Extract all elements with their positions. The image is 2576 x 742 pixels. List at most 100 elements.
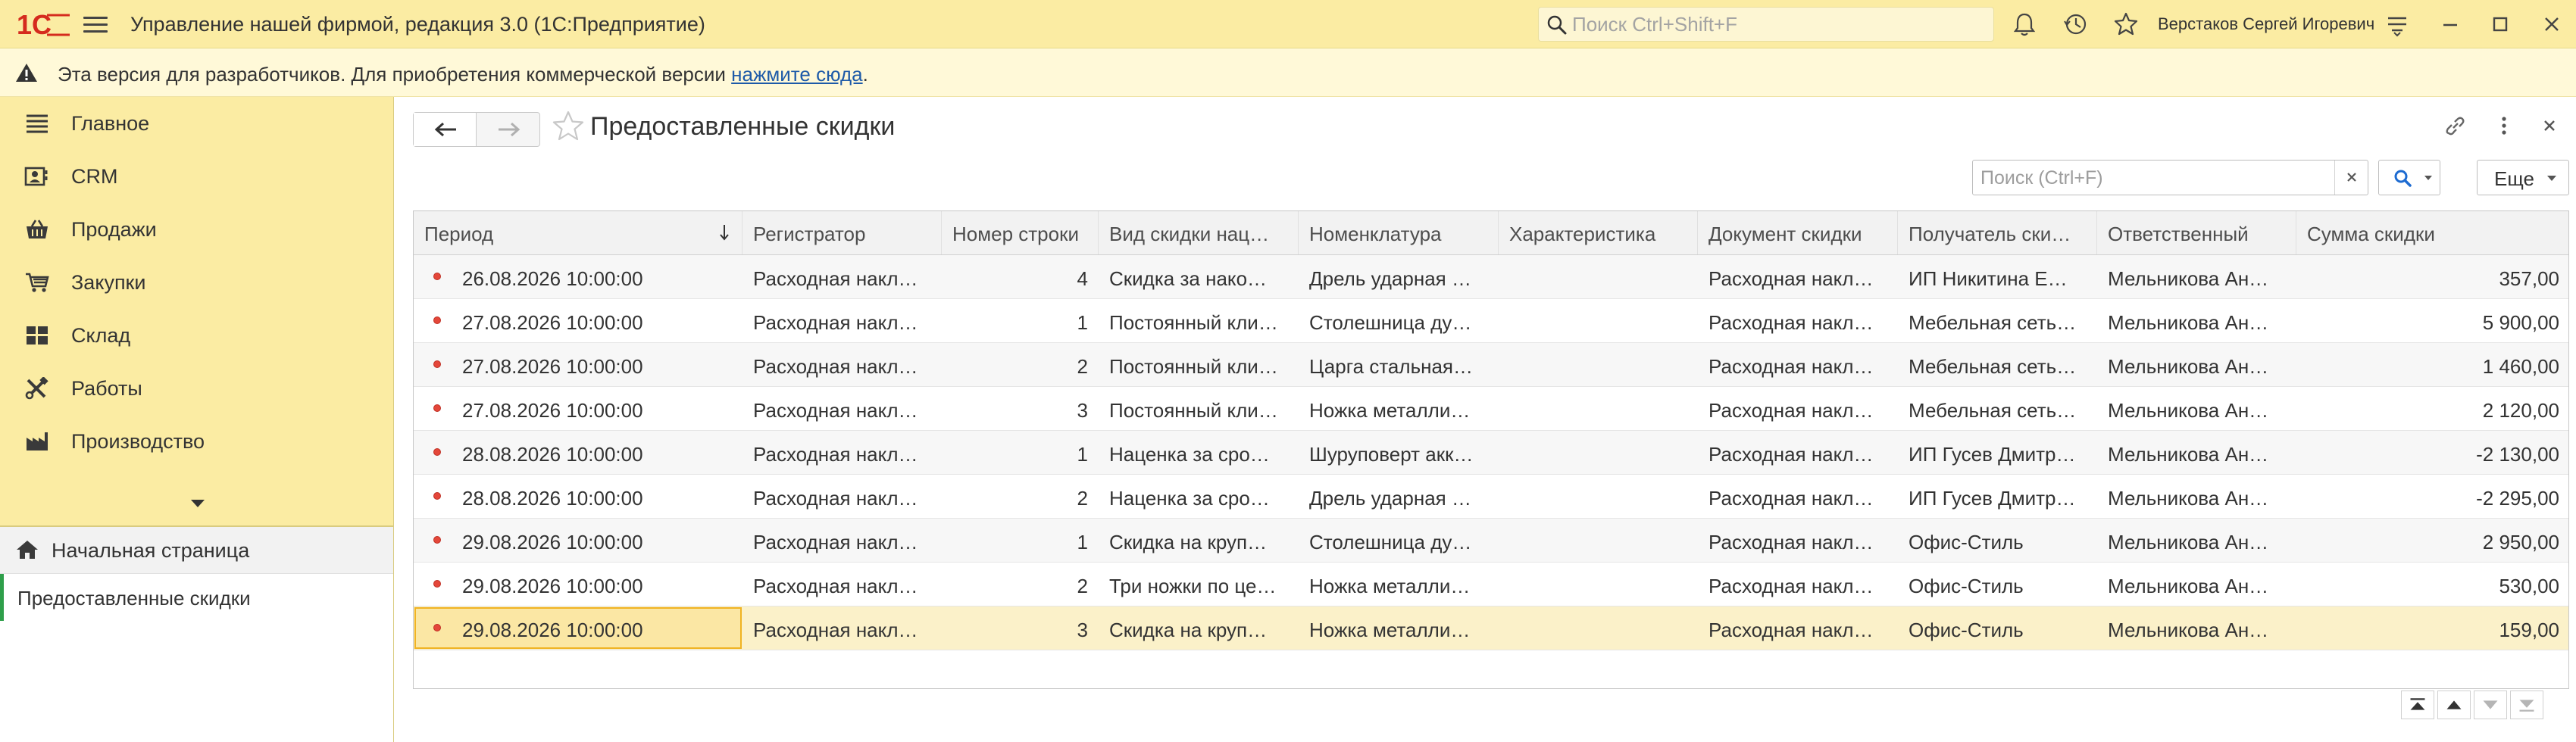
table-row[interactable]: 27.08.2026 10:00:00 Расходная накл… 1 Посто… — [414, 299, 2568, 343]
column-header[interactable]: Сумма скидки — [2296, 211, 2568, 254]
column-header[interactable]: Получатель ски… — [1898, 211, 2097, 254]
table-row[interactable]: 27.08.2026 10:00:00 Расходная накл… 2 Посто… — [414, 343, 2568, 387]
table-cell: Постоянный кли… — [1109, 311, 1278, 334]
open-form-item[interactable]: Предоставленные скидки — [0, 574, 393, 621]
discounts-table[interactable]: Период Регистратор Номер строки Вид скидки … — [413, 210, 2569, 689]
global-search[interactable] — [1538, 7, 1994, 42]
close-form-icon[interactable] — [2536, 112, 2563, 139]
table-row[interactable]: 28.08.2026 10:00:00 Расходная накл… 2 Нацен… — [414, 475, 2568, 519]
basket-icon — [27, 220, 48, 238]
section-label: Работы — [71, 377, 142, 400]
table-cell: Мельникова Ан… — [2108, 443, 2269, 466]
column-header-label: Документ скидки — [1708, 223, 1862, 245]
section-label: Закупки — [71, 271, 146, 294]
main-menu-icon[interactable] — [83, 14, 108, 35]
column-header[interactable]: Документ скидки — [1698, 211, 1898, 254]
favorite-star-icon[interactable] — [551, 109, 586, 144]
table-cell — [1499, 475, 1698, 518]
table-cell: 3 — [1077, 619, 1088, 641]
section-works[interactable]: Работы — [0, 362, 393, 415]
purchase-link[interactable]: нажмите сюда — [731, 63, 862, 86]
table-cell: Офис-Стиль — [1909, 619, 2024, 641]
column-header[interactable]: Характеристика — [1499, 211, 1698, 254]
table-cell — [1499, 299, 1698, 342]
section-label: Продажи — [71, 218, 157, 241]
sort-descending-icon — [720, 225, 729, 241]
column-header[interactable]: Вид скидки нац… — [1099, 211, 1299, 254]
1c-logo: 1С — [17, 9, 70, 39]
table-cell: 27.08.2026 10:00:00 — [462, 399, 643, 422]
scroll-down-icon[interactable] — [189, 498, 206, 509]
column-header-label: Характеристика — [1509, 223, 1656, 245]
table-cell: 4 — [1077, 267, 1088, 290]
column-header[interactable]: Номер строки — [942, 211, 1099, 254]
notifications-icon[interactable] — [2011, 11, 2038, 38]
table-cell: Дрель ударная … — [1309, 267, 1471, 290]
more-actions-icon[interactable] — [2490, 112, 2518, 139]
table-row[interactable]: 26.08.2026 10:00:00 Расходная накл… 4 Скидк… — [414, 255, 2568, 299]
form-search-input[interactable] — [1980, 166, 2321, 190]
maximize-icon[interactable] — [2487, 11, 2514, 38]
table-row[interactable]: 27.08.2026 10:00:00 Расходная накл… 3 Посто… — [414, 387, 2568, 431]
column-header[interactable]: Номенклатура — [1299, 211, 1499, 254]
form-search[interactable] — [1972, 160, 2368, 195]
table-cell: 1 — [1077, 531, 1088, 553]
user-name[interactable]: Верстаков Сергей Игоревич — [2158, 14, 2374, 34]
favorites-icon[interactable] — [2112, 11, 2140, 38]
table-cell: 29.08.2026 10:00:00 — [462, 575, 643, 597]
column-header[interactable]: Ответственный — [2097, 211, 2296, 254]
section-purchases[interactable]: Закупки — [0, 256, 393, 309]
table-cell — [1499, 563, 1698, 606]
table-cell: Расходная накл… — [1708, 619, 1874, 641]
column-header[interactable]: Период — [414, 211, 742, 254]
history-icon[interactable] — [2062, 11, 2090, 38]
column-header-label: Ответственный — [2108, 223, 2249, 245]
column-header-label: Период — [424, 223, 494, 245]
table-cell: 27.08.2026 10:00:00 — [462, 311, 643, 334]
clear-search-button[interactable] — [2334, 161, 2368, 195]
forward-button[interactable] — [477, 113, 540, 146]
table-row[interactable]: 28.08.2026 10:00:00 Расходная накл… 1 Нацен… — [414, 431, 2568, 475]
table-cell: 3 — [1077, 399, 1088, 422]
section-warehouse[interactable]: Склад — [0, 309, 393, 362]
table-cell: Расходная накл… — [753, 443, 918, 466]
section-label: Склад — [71, 324, 131, 347]
scroll-to-bottom-icon[interactable] — [2510, 691, 2543, 719]
settings-icon[interactable] — [2384, 11, 2411, 38]
table-cell: Расходная накл… — [1708, 443, 1874, 466]
home-page-label: Начальная страница — [52, 539, 250, 562]
table-row[interactable]: 29.08.2026 10:00:00 Расходная накл… 3 Скидк… — [414, 606, 2568, 650]
scroll-up-icon[interactable] — [2437, 691, 2471, 719]
title-bar: 1С Управление нашей фирмой, редакция 3.0… — [0, 0, 2576, 48]
table-cell: ИП Гусев Дмитр… — [1909, 443, 2076, 466]
more-button[interactable]: Еще — [2477, 160, 2569, 195]
tools-icon — [25, 377, 48, 400]
scroll-to-top-icon[interactable] — [2401, 691, 2434, 719]
table-cell: Постоянный кли… — [1109, 355, 1278, 378]
column-header[interactable]: Регистратор — [742, 211, 942, 254]
home-page-item[interactable]: Начальная страница — [0, 527, 393, 574]
warehouse-icon — [27, 326, 48, 344]
table-cell: Расходная накл… — [753, 619, 918, 641]
link-icon[interactable] — [2442, 112, 2469, 139]
scroll-down-icon[interactable] — [2474, 691, 2507, 719]
table-cell: Мельникова Ан… — [2108, 487, 2269, 510]
form-title: Предоставленные скидки — [590, 112, 896, 141]
table-cell: ИП Никитина Е… — [1909, 267, 2068, 290]
warning-message: Эта версия для разработчиков. Для приобр… — [58, 63, 732, 86]
table-cell: Царга стальная… — [1309, 355, 1474, 378]
back-button[interactable] — [414, 113, 477, 146]
section-production[interactable]: Производство — [0, 415, 393, 468]
global-search-input[interactable] — [1572, 12, 1981, 36]
table-row[interactable]: 29.08.2026 10:00:00 Расходная накл… 2 Три н… — [414, 563, 2568, 606]
table-row[interactable]: 29.08.2026 10:00:00 Расходная накл… 1 Скидк… — [414, 519, 2568, 563]
table-cell: Три ножки по це… — [1109, 575, 1277, 597]
section-crm[interactable]: CRM — [0, 150, 393, 203]
minimize-icon[interactable] — [2437, 11, 2464, 38]
section-main[interactable]: Главное — [0, 97, 393, 150]
section-sales[interactable]: Продажи — [0, 203, 393, 256]
developer-version-banner: Эта версия для разработчиков. Для приобр… — [0, 48, 2576, 97]
search-options-button[interactable] — [2378, 160, 2440, 195]
close-icon[interactable] — [2538, 11, 2565, 38]
table-cell: Расходная накл… — [753, 267, 918, 290]
